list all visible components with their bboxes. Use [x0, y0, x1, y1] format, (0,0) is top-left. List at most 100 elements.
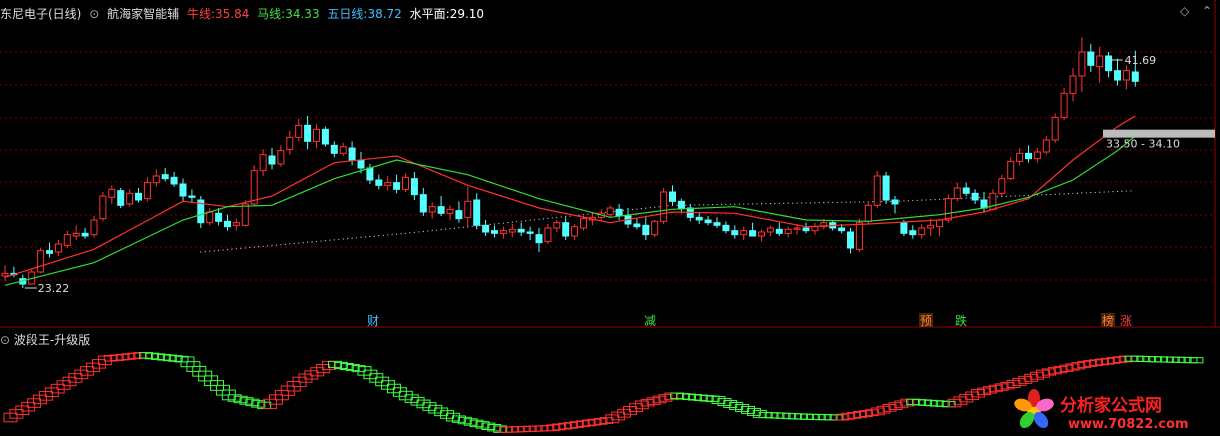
level-dot [533, 219, 536, 221]
wave-step [882, 403, 897, 412]
wave-step [1171, 356, 1186, 363]
wave-step [62, 376, 77, 387]
level-dot [529, 219, 531, 221]
wave-step [1024, 373, 1039, 382]
level-dot [422, 230, 424, 233]
candle-body [72, 232, 80, 237]
candle-body [1042, 139, 1050, 153]
sub-indicator-name[interactable]: 波段王-升级版 [14, 333, 90, 347]
candle-body [873, 175, 881, 206]
indicator-name[interactable]: 航海家智能辅 [107, 7, 179, 21]
candle-body [224, 220, 231, 228]
level-dot [293, 242, 295, 245]
candle-body [651, 220, 659, 236]
candle-body [669, 191, 676, 202]
candle-body [143, 182, 151, 200]
wave-step [74, 369, 89, 380]
diamond-icon[interactable]: ◇ [1180, 4, 1189, 18]
candle-body [793, 227, 801, 230]
wave-step [735, 403, 750, 412]
wave-step [894, 400, 909, 409]
wave-step [510, 426, 525, 433]
level-dot [760, 203, 763, 205]
level-dot [658, 206, 660, 208]
level-dot [694, 204, 696, 206]
level-dot [858, 201, 861, 203]
wave-step [398, 390, 413, 401]
level-dot [1094, 191, 1096, 194]
candle-body [108, 188, 116, 198]
wave-step [56, 380, 71, 390]
settings-icon[interactable]: ⊙ [89, 7, 99, 21]
level-dot [729, 203, 731, 205]
level-dot [511, 221, 513, 223]
wave-step [3, 412, 18, 423]
level-dot [938, 198, 941, 200]
level-dot [765, 203, 767, 205]
candle-body [891, 199, 899, 205]
wave-step [446, 412, 460, 422]
level-dot [382, 234, 384, 236]
candle-body [642, 224, 650, 236]
level-dot [792, 202, 794, 204]
kline-chart[interactable]: 23.22 41.69 33.50 - 34.10 财 减 预 跌 榜涨 [0, 0, 1220, 436]
wave-step [947, 398, 962, 408]
candle-body [633, 223, 641, 228]
level-dot [1090, 192, 1092, 194]
candle-body [847, 231, 854, 249]
ma-label-level: 水平面:29.10 [409, 7, 485, 21]
level-dot [311, 241, 313, 243]
level-dot [645, 207, 647, 209]
level-dot [355, 237, 358, 239]
candle-body [188, 195, 196, 198]
wave-step [794, 413, 809, 420]
level-dot [925, 199, 927, 201]
level-dot [333, 239, 335, 241]
candle-body [99, 195, 107, 220]
level-dot [1050, 193, 1052, 196]
candle-body [304, 124, 312, 142]
wave-step [298, 373, 313, 383]
watermark-name: 分析家公式网 [1060, 395, 1162, 416]
wave-step [428, 404, 443, 414]
candle-body [437, 206, 445, 214]
candle-body [1033, 151, 1041, 160]
level-dot [823, 202, 825, 204]
level-dot [329, 239, 331, 241]
wave-step [21, 401, 36, 412]
candle-body [419, 194, 427, 213]
level-dot [400, 233, 402, 235]
ma-label-five: 五日线:38.72 [327, 7, 402, 21]
wave-step [953, 396, 968, 405]
wave-step [1124, 355, 1139, 362]
level-dot [912, 199, 914, 202]
wave-step [410, 396, 425, 406]
wave-step [1177, 356, 1192, 364]
candle-body [660, 191, 668, 222]
level-dot [218, 249, 220, 251]
wave-step [540, 425, 555, 432]
sub-settings-icon[interactable]: ⊙ [0, 333, 10, 347]
level-dot [934, 198, 936, 201]
expand-icon[interactable]: ⌃ [1202, 4, 1212, 18]
level-dot [787, 202, 789, 204]
level-dot [836, 201, 838, 203]
wave-step [776, 412, 791, 419]
level-dot [970, 197, 972, 199]
wave-step [9, 409, 24, 419]
candle-body [855, 222, 863, 250]
candle-body [410, 178, 418, 196]
level-dot [1041, 194, 1043, 196]
level-dot [698, 204, 700, 206]
level-dot [200, 251, 202, 253]
signal-label: 跌 [955, 313, 967, 328]
level-dot [520, 220, 522, 222]
candle-body [232, 222, 240, 226]
wave-step [829, 414, 844, 421]
wave-step [805, 413, 820, 420]
level-dot [369, 235, 371, 238]
level-dot [636, 208, 638, 210]
level-dot [427, 230, 429, 232]
wave-step [38, 391, 53, 401]
level-dot [703, 204, 705, 206]
